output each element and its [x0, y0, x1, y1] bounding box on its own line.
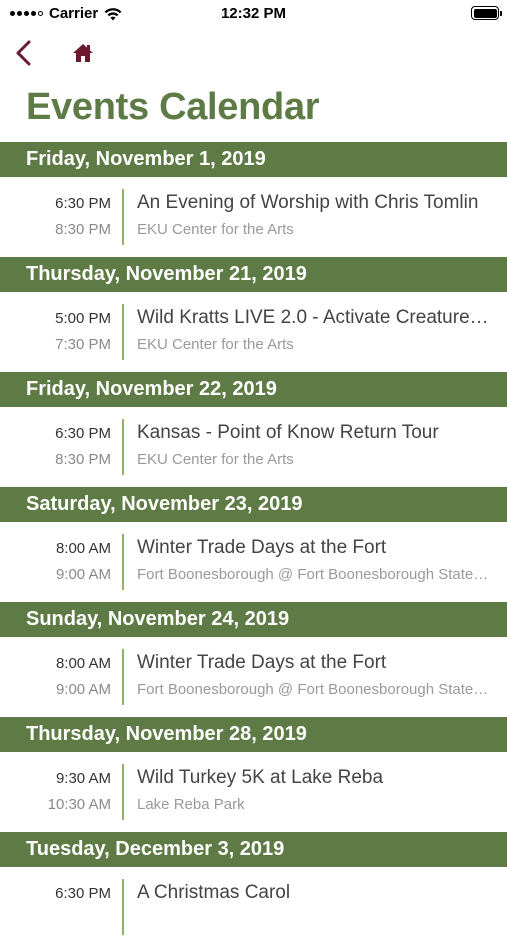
- event-end-time: 8:30 PM: [55, 451, 111, 468]
- event-location: Fort Boonesborough @ Fort Boonesborough …: [137, 681, 489, 698]
- event-divider: [122, 649, 124, 705]
- event-divider: [122, 189, 124, 245]
- event-divider: [122, 879, 124, 935]
- event-end-time: 9:00 AM: [55, 681, 111, 698]
- home-icon[interactable]: [72, 42, 94, 64]
- event-title: Winter Trade Days at the Fort: [137, 652, 387, 673]
- event-end-time: 9:00 AM: [55, 566, 111, 583]
- event-end-time: 10:30 AM: [47, 796, 111, 813]
- event-location: Fort Boonesborough @ Fort Boonesborough …: [137, 566, 489, 583]
- event-times: 9:30 AM 10:30 AM: [0, 766, 111, 818]
- event-row[interactable]: 8:00 AM 9:00 AM Winter Trade Days at the F…: [0, 637, 507, 717]
- event-row[interactable]: 9:30 AM 10:30 AM Wild Turkey 5K at Lake Re…: [0, 752, 507, 832]
- event-location: EKU Center for the Arts: [137, 221, 294, 238]
- date-section-header: Thursday, November 28, 2019: [0, 717, 507, 752]
- event-details: Wild Kratts LIVE 2.0 - Activate Creature…: [137, 304, 489, 358]
- event-details: A Christmas Carol: [137, 879, 489, 933]
- event-start-time: 6:30 PM: [55, 425, 111, 442]
- event-row[interactable]: 6:30 PM 8:30 PM Kansas - Point of Know Ret…: [0, 407, 507, 487]
- event-row[interactable]: 5:00 PM 7:30 PM Wild Kratts LIVE 2.0 - Act…: [0, 292, 507, 372]
- event-title: A Christmas Carol: [137, 882, 291, 903]
- event-row[interactable]: 6:30 PM 8:30 PM An Evening of Worship with…: [0, 177, 507, 257]
- event-times: 8:00 AM 9:00 AM: [0, 651, 111, 703]
- date-section-header: Friday, November 22, 2019: [0, 372, 507, 407]
- event-divider: [122, 419, 124, 475]
- event-times: 6:30 PM: [0, 881, 111, 933]
- date-section-header: Saturday, November 23, 2019: [0, 487, 507, 522]
- event-title: Kansas - Point of Know Return Tour: [137, 422, 439, 443]
- event-location: EKU Center for the Arts: [137, 336, 294, 353]
- date-section-header: Thursday, November 21, 2019: [0, 257, 507, 292]
- event-start-time: 9:30 AM: [55, 770, 111, 787]
- event-times: 6:30 PM 8:30 PM: [0, 421, 111, 473]
- event-location: Lake Reba Park: [137, 796, 245, 813]
- event-location: EKU Center for the Arts: [137, 451, 294, 468]
- event-details: An Evening of Worship with Chris Tomlin E…: [137, 189, 489, 243]
- event-start-time: 8:00 AM: [55, 655, 111, 672]
- event-times: 5:00 PM 7:30 PM: [0, 306, 111, 358]
- event-details: Winter Trade Days at the Fort Fort Boones…: [137, 534, 489, 588]
- events-list: Friday, November 1, 2019 6:30 PM 8:30 PM An…: [0, 142, 507, 947]
- event-divider: [122, 534, 124, 590]
- date-section-header: Friday, November 1, 2019: [0, 142, 507, 177]
- event-details: Kansas - Point of Know Return Tour EKU Ce…: [137, 419, 489, 473]
- event-times: 8:00 AM 9:00 AM: [0, 536, 111, 588]
- event-start-time: 5:00 PM: [55, 310, 111, 327]
- event-row[interactable]: 8:00 AM 9:00 AM Winter Trade Days at the F…: [0, 522, 507, 602]
- page-title: Events Calendar: [26, 86, 320, 128]
- status-time: 12:32 PM: [220, 5, 287, 22]
- battery-icon: [471, 6, 502, 20]
- event-title: Winter Trade Days at the Fort: [137, 537, 387, 558]
- event-title: Wild Kratts LIVE 2.0 - Activate Creature…: [137, 307, 489, 328]
- event-divider: [122, 764, 124, 820]
- event-title: An Evening of Worship with Chris Tomlin: [137, 192, 479, 213]
- date-section-header: Sunday, November 24, 2019: [0, 602, 507, 637]
- event-start-time: 6:30 PM: [55, 885, 111, 902]
- event-row[interactable]: 6:30 PM A Christmas Carol: [0, 867, 507, 947]
- nav-bar: [0, 30, 507, 74]
- event-end-time: 7:30 PM: [55, 336, 111, 353]
- event-times: 6:30 PM 8:30 PM: [0, 191, 111, 243]
- event-end-time: 8:30 PM: [55, 221, 111, 238]
- event-title: Wild Turkey 5K at Lake Reba: [137, 767, 384, 788]
- chevron-left-icon[interactable]: [14, 40, 34, 66]
- status-bar: Carrier 12:32 PM: [0, 0, 507, 28]
- date-section-header: Tuesday, December 3, 2019: [0, 832, 507, 867]
- event-divider: [122, 304, 124, 360]
- event-location: [137, 907, 489, 933]
- event-start-time: 8:00 AM: [55, 540, 111, 557]
- event-details: Wild Turkey 5K at Lake Reba Lake Reba Par…: [137, 764, 489, 818]
- event-end-time: [0, 907, 111, 933]
- event-start-time: 6:30 PM: [55, 195, 111, 212]
- event-details: Winter Trade Days at the Fort Fort Boones…: [137, 649, 489, 703]
